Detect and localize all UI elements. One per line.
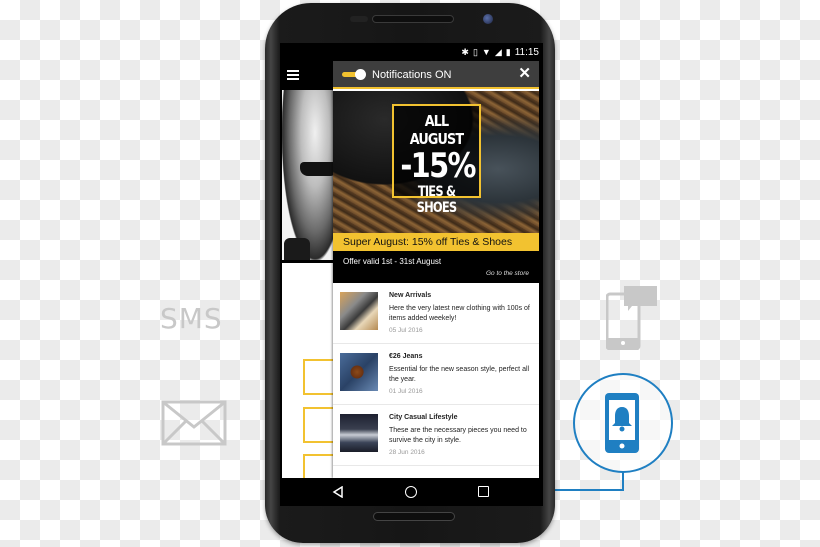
notification-title: Notifications ON: [372, 69, 452, 81]
promo-discount: -15%: [400, 146, 476, 186]
close-icon[interactable]: ✕: [518, 66, 531, 81]
back-icon[interactable]: [332, 486, 344, 498]
list-item[interactable]: City Casual Lifestyle These are the nece…: [333, 405, 539, 466]
notification-feed: New Arrivals Here the very latest new cl…: [333, 283, 539, 466]
earpiece-speaker: [372, 15, 454, 23]
vibrate-icon: ▯: [472, 46, 478, 57]
recents-icon[interactable]: [478, 486, 489, 497]
home-icon[interactable]: [405, 486, 417, 498]
promo-line: ALL AUGUST: [409, 112, 464, 148]
item-description: These are the necessary pieces you need …: [389, 427, 527, 444]
go-to-store-link[interactable]: Go to the store: [486, 270, 529, 277]
promo-badge: ALL AUGUST -15% TIES & SHOES: [392, 104, 481, 216]
promo-line: TIES & SHOES: [416, 184, 457, 216]
hamburger-icon[interactable]: [287, 70, 299, 80]
front-camera: [483, 14, 493, 24]
wifi-icon: ▼: [481, 46, 491, 57]
connector-line: [549, 489, 624, 491]
item-title: €26 Jeans: [389, 353, 423, 360]
phone-device: ✱ ▯ ▼ ◢ ▮ 11:15 Notifications ON ✕ ALL A…: [265, 3, 555, 543]
list-item[interactable]: €26 Jeans Essential for the new season s…: [333, 344, 539, 405]
signal-icon: ◢: [494, 46, 502, 57]
battery-icon: ▮: [505, 46, 511, 57]
mail-icon: [161, 400, 227, 446]
item-date: 28 Jun 2016: [389, 449, 425, 456]
notification-header: Notifications ON ✕: [333, 61, 539, 89]
android-nav-bar: [280, 478, 543, 506]
chat-phone-icon: [606, 286, 657, 350]
promo-title: Super August: 15% off Ties & Shoes: [333, 233, 539, 251]
status-bar: ✱ ▯ ▼ ◢ ▮ 11:15: [280, 43, 543, 61]
yellow-frame: [303, 359, 335, 395]
notifications-toggle[interactable]: [342, 69, 366, 80]
offer-validity: Offer valid 1st - 31st August: [343, 257, 442, 266]
sms-label: SMS: [160, 302, 223, 335]
item-description: Essential for the new season style, perf…: [389, 366, 530, 383]
item-thumbnail: [340, 353, 378, 391]
clock: 11:15: [514, 46, 539, 58]
phone-screen: ✱ ▯ ▼ ◢ ▮ 11:15 Notifications ON ✕ ALL A…: [280, 43, 543, 506]
hero-photo: [282, 90, 338, 260]
yellow-frame: [303, 407, 335, 443]
item-date: 05 Jul 2016: [389, 327, 423, 334]
item-title: New Arrivals: [389, 292, 432, 299]
list-item[interactable]: New Arrivals Here the very latest new cl…: [333, 283, 539, 344]
item-title: City Casual Lifestyle: [389, 414, 458, 421]
bluetooth-icon: ✱: [461, 46, 469, 57]
promo-banner-image[interactable]: ALL AUGUST -15% TIES & SHOES: [333, 91, 539, 233]
item-thumbnail: [340, 414, 378, 452]
item-date: 01 Jul 2016: [389, 388, 423, 395]
notification-phone-icon: [605, 393, 639, 453]
notification-panel: Notifications ON ✕ ALL AUGUST -15% TIES …: [333, 61, 539, 478]
item-description: Here the very latest new clothing with 1…: [389, 305, 530, 322]
offer-block: Offer valid 1st - 31st August Go to the …: [333, 251, 539, 283]
bottom-speaker: [373, 512, 455, 521]
proximity-sensor: [350, 16, 368, 22]
item-thumbnail: [340, 292, 378, 330]
